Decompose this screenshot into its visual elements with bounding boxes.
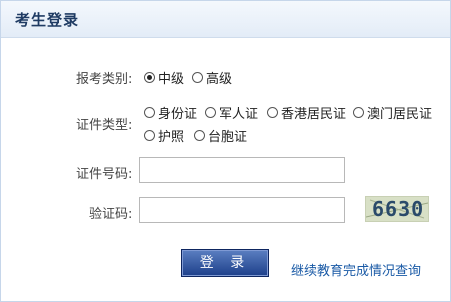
- id-type-option-taiwan-compatriot[interactable]: 台胞证: [194, 126, 247, 145]
- option-label: 护照: [158, 130, 185, 145]
- radio-icon[interactable]: [144, 107, 155, 118]
- id-type-option-macau-resident[interactable]: 澳门居民证: [353, 103, 432, 122]
- id-type-label: 证件类型:: [76, 118, 133, 133]
- option-label: 中级: [158, 72, 185, 87]
- id-type-option-id-card[interactable]: 身份证: [144, 103, 197, 122]
- radio-icon[interactable]: [192, 72, 203, 83]
- option-label: 台胞证: [208, 130, 248, 145]
- radio-icon[interactable]: [205, 107, 216, 118]
- id-type-option-passport[interactable]: 护照: [144, 126, 184, 145]
- option-label: 高级: [206, 72, 233, 87]
- id-type-option-military-id[interactable]: 军人证: [205, 103, 258, 122]
- captcha-input[interactable]: [139, 197, 345, 223]
- option-label: 澳门居民证: [367, 107, 433, 122]
- radio-icon[interactable]: [267, 107, 278, 118]
- captcha-text: 6630: [372, 197, 425, 221]
- panel-header: 考生登录: [1, 1, 450, 38]
- page-title: 考生登录: [15, 11, 80, 29]
- captcha-image[interactable]: 6630: [365, 196, 429, 222]
- login-button[interactable]: 登 录: [181, 249, 269, 277]
- captcha-label: 验证码:: [89, 207, 133, 222]
- option-label: 身份证: [158, 107, 198, 122]
- option-label: 香港居民证: [281, 107, 347, 122]
- radio-icon[interactable]: [353, 107, 364, 118]
- radio-checked-icon[interactable]: [144, 72, 155, 83]
- option-label: 军人证: [219, 107, 259, 122]
- radio-icon[interactable]: [144, 130, 155, 141]
- id-type-option-hk-resident[interactable]: 香港居民证: [267, 103, 346, 122]
- id-number-label: 证件号码:: [76, 167, 133, 182]
- id-number-input[interactable]: [139, 157, 345, 183]
- category-label: 报考类别:: [76, 72, 133, 87]
- continuing-education-link[interactable]: 继续教育完成情况查询: [291, 260, 421, 279]
- category-option-intermediate[interactable]: 中级: [144, 68, 184, 87]
- radio-icon[interactable]: [194, 130, 205, 141]
- category-option-advanced[interactable]: 高级: [192, 68, 232, 87]
- login-panel: 考生登录 报考类别: 中级 高级 证件类型: 身份证 军人证 香港居民证 澳门居…: [0, 0, 451, 302]
